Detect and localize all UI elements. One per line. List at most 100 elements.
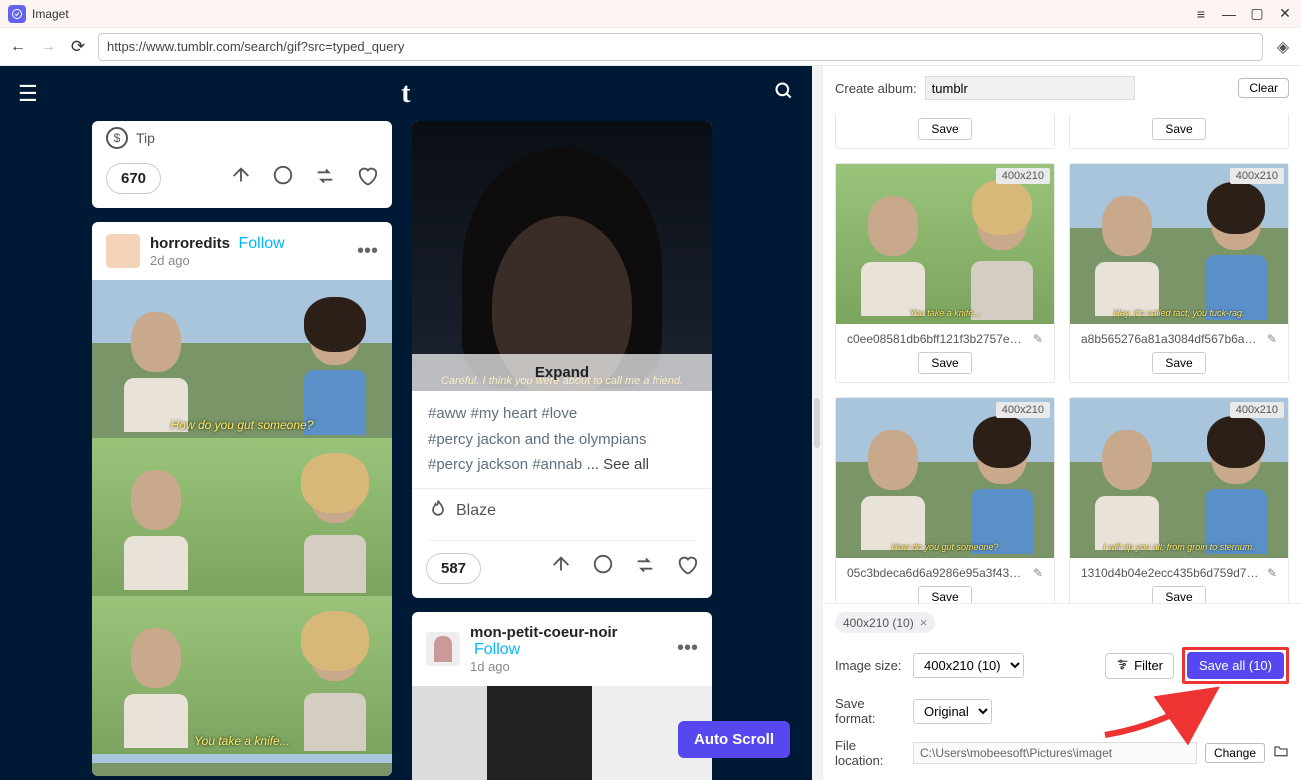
thumb-card: 400x210 I will rip you all: from groin t… bbox=[1069, 397, 1289, 603]
save-button[interactable]: Save bbox=[918, 118, 971, 140]
search-icon[interactable] bbox=[774, 81, 794, 107]
gif-caption: You take a knife... bbox=[92, 734, 392, 748]
reblog-icon[interactable] bbox=[314, 165, 336, 193]
close-icon[interactable]: ✕ bbox=[1277, 5, 1293, 22]
change-button[interactable]: Change bbox=[1205, 743, 1265, 763]
post-menu-icon[interactable]: ••• bbox=[357, 240, 378, 263]
post-image[interactable] bbox=[92, 754, 392, 776]
annotation-highlight: Save all (10) bbox=[1182, 647, 1289, 684]
reply-icon[interactable] bbox=[272, 165, 294, 193]
browser-viewport: ☰ t $ Tip 670 bbox=[0, 66, 812, 780]
clear-button[interactable]: Clear bbox=[1238, 78, 1289, 98]
thumb-filename: 1310d4b04e2ecc435b6d759d70191 bbox=[1081, 566, 1261, 580]
image-size-select[interactable]: 400x210 (10) bbox=[913, 653, 1024, 678]
gif-caption: How do you gut someone? bbox=[92, 418, 392, 432]
minimize-icon[interactable]: — bbox=[1221, 6, 1237, 22]
back-icon[interactable]: ← bbox=[8, 38, 28, 56]
tumblr-header: ☰ t bbox=[0, 66, 812, 121]
save-format-select[interactable]: Original bbox=[913, 699, 992, 724]
file-location-input[interactable] bbox=[913, 742, 1197, 764]
thumb-image[interactable]: 400x210 You take a knife... bbox=[836, 164, 1054, 324]
filter-icon bbox=[1116, 658, 1129, 674]
thumb-card: Save bbox=[835, 114, 1055, 149]
thumb-card: 400x210 How do you gut someone? 05c3bdec… bbox=[835, 397, 1055, 603]
post-card: $ Tip 670 bbox=[92, 121, 392, 208]
image-size-label: Image size: bbox=[835, 658, 905, 673]
thumb-card: 400x210 You take a knife... c0ee08581db6… bbox=[835, 163, 1055, 383]
thumb-filename: 05c3bdeca6d6a9286e95a3f43dddc bbox=[847, 566, 1027, 580]
save-all-button[interactable]: Save all (10) bbox=[1187, 652, 1284, 679]
follow-link[interactable]: Follow bbox=[238, 235, 284, 252]
thumb-image[interactable]: 400x210 Hey, it's called tact, you fuck-… bbox=[1070, 164, 1288, 324]
tumblr-logo[interactable]: t bbox=[401, 78, 410, 110]
splitter-handle[interactable] bbox=[812, 66, 822, 780]
maximize-icon[interactable]: ▢ bbox=[1249, 5, 1265, 22]
album-input[interactable] bbox=[925, 76, 1135, 100]
post-image[interactable]: How do you gut someone? bbox=[92, 280, 392, 438]
post-username[interactable]: mon-petit-coeur-noir bbox=[470, 624, 618, 641]
save-button[interactable]: Save bbox=[918, 352, 971, 374]
post-card: Careful. I think you were about to call … bbox=[412, 121, 712, 598]
blaze-label[interactable]: Blaze bbox=[456, 502, 496, 520]
thumb-filename: a8b565276a81a3084df567b6aa75e bbox=[1081, 332, 1261, 346]
avatar[interactable] bbox=[106, 234, 140, 268]
save-button[interactable]: Save bbox=[1152, 586, 1205, 603]
post-card: mon-petit-coeur-noir Follow 1d ago ••• bbox=[412, 612, 712, 780]
file-location-label: File location: bbox=[835, 738, 905, 768]
save-button[interactable]: Save bbox=[1152, 118, 1205, 140]
edit-icon[interactable]: ✎ bbox=[1033, 332, 1043, 346]
share-icon[interactable] bbox=[230, 165, 252, 193]
folder-icon[interactable] bbox=[1273, 743, 1289, 763]
post-tags[interactable]: #aww #my heart #love #percy jackon and t… bbox=[412, 391, 712, 488]
post-image[interactable]: Careful. I think you were about to call … bbox=[412, 121, 712, 391]
save-format-label: Save format: bbox=[835, 696, 905, 726]
refresh-icon[interactable]: ⟳ bbox=[68, 37, 88, 57]
edit-icon[interactable]: ✎ bbox=[1267, 332, 1277, 346]
follow-link[interactable]: Follow bbox=[474, 641, 618, 659]
reblog-icon[interactable] bbox=[634, 554, 656, 582]
thumb-card: Save bbox=[1069, 114, 1289, 149]
see-all-link[interactable]: ... See all bbox=[586, 456, 649, 473]
save-button[interactable]: Save bbox=[918, 586, 971, 603]
edit-icon[interactable]: ✎ bbox=[1033, 566, 1043, 580]
edit-icon[interactable]: ✎ bbox=[1267, 566, 1277, 580]
like-icon[interactable] bbox=[356, 165, 378, 193]
filter-button[interactable]: Filter bbox=[1105, 653, 1174, 679]
app-title: Imaget bbox=[32, 7, 1193, 21]
expand-button[interactable]: Expand bbox=[412, 354, 712, 391]
share-icon[interactable] bbox=[550, 554, 572, 582]
notes-count[interactable]: 670 bbox=[106, 163, 161, 194]
dimension-badge: 400x210 bbox=[1230, 168, 1284, 184]
chip-remove-icon[interactable]: × bbox=[920, 615, 928, 630]
thumb-card: 400x210 Hey, it's called tact, you fuck-… bbox=[1069, 163, 1289, 383]
menu-icon[interactable]: ≡ bbox=[1193, 6, 1209, 22]
dimension-badge: 400x210 bbox=[1230, 402, 1284, 418]
blaze-icon[interactable] bbox=[428, 499, 448, 524]
tip-icon[interactable]: $ bbox=[106, 127, 128, 149]
tip-label[interactable]: Tip bbox=[136, 130, 155, 146]
picker-icon[interactable]: ◈ bbox=[1273, 37, 1293, 57]
dimension-badge: 400x210 bbox=[996, 402, 1050, 418]
app-icon bbox=[8, 5, 26, 23]
post-menu-icon[interactable]: ••• bbox=[677, 637, 698, 660]
size-chip[interactable]: 400x210 (10) × bbox=[835, 612, 935, 633]
post-card: horroredits Follow 2d ago ••• How do you… bbox=[92, 222, 392, 776]
hamburger-icon[interactable]: ☰ bbox=[18, 81, 38, 107]
post-image[interactable]: You take a knife... bbox=[92, 596, 392, 754]
auto-scroll-button[interactable]: Auto Scroll bbox=[678, 721, 790, 758]
url-input[interactable] bbox=[98, 33, 1263, 61]
titlebar: Imaget ≡ — ▢ ✕ bbox=[0, 0, 1301, 28]
avatar[interactable] bbox=[426, 632, 460, 666]
like-icon[interactable] bbox=[676, 554, 698, 582]
save-button[interactable]: Save bbox=[1152, 352, 1205, 374]
post-username[interactable]: horroredits bbox=[150, 235, 230, 252]
post-image[interactable] bbox=[412, 686, 712, 780]
notes-count[interactable]: 587 bbox=[426, 553, 481, 584]
reply-icon[interactable] bbox=[592, 554, 614, 582]
nav-toolbar: ← → ⟳ ◈ bbox=[0, 28, 1301, 66]
post-image[interactable] bbox=[92, 438, 392, 596]
thumb-image[interactable]: 400x210 I will rip you all: from groin t… bbox=[1070, 398, 1288, 558]
thumb-image[interactable]: 400x210 How do you gut someone? bbox=[836, 398, 1054, 558]
forward-icon[interactable]: → bbox=[38, 38, 58, 56]
post-time: 2d ago bbox=[150, 253, 285, 268]
